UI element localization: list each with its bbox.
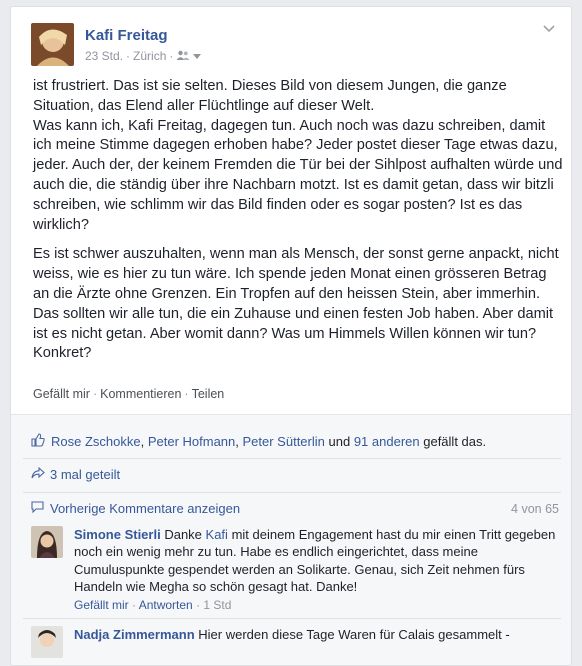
shares-link[interactable]: 3 mal geteilt [31, 466, 121, 482]
shares-label: 3 mal geteilt [50, 467, 121, 482]
liker-name[interactable]: Peter Sütterlin [243, 434, 325, 449]
comment-time[interactable]: 1 Std [203, 598, 231, 612]
post-card: Kafi Freitag 23 Std. · Zürich · ist frus… [10, 6, 572, 666]
comment-link[interactable]: Kommentieren [100, 387, 181, 401]
commenter-name[interactable]: Simone Stierli [74, 527, 161, 542]
meta-separator: · [126, 49, 131, 63]
comment-reply-link[interactable]: Antworten [139, 598, 193, 612]
caret-down-icon[interactable] [193, 49, 202, 63]
liker-name[interactable]: Peter Hofmann [148, 434, 235, 449]
commenter-name[interactable]: Nadja Zimmermann [74, 627, 195, 642]
comment-text-part: Hier werden diese Tage Waren für Calais … [198, 627, 510, 642]
comment-text: Nadja Zimmermann Hier werden diese Tage … [74, 626, 564, 643]
thumbs-up-icon [31, 433, 45, 450]
comment-bubble-icon [31, 501, 44, 516]
comment-mention[interactable]: Kafi [206, 527, 228, 542]
commenter-avatar[interactable] [31, 626, 63, 658]
likes-joiner: und [328, 434, 351, 449]
separator-dot: · [92, 387, 98, 401]
likes-suffix: gefällt das. [423, 434, 487, 449]
previous-comments-link[interactable]: Vorherige Kommentare anzeigen [31, 501, 240, 516]
post-actions: Gefällt mir · Kommentieren · Teilen [33, 387, 224, 401]
post-meta: 23 Std. · Zürich · [85, 49, 202, 63]
feedback-section: Rose Zschokke, Peter Hofmann, Peter Sütt… [11, 414, 571, 665]
comment-like-link[interactable]: Gefällt mir [74, 598, 129, 612]
comment-count: 4 von 65 [511, 502, 559, 516]
liker-name[interactable]: Rose Zschokke [51, 434, 141, 449]
post-time[interactable]: 23 Std. [85, 49, 123, 63]
comment-text: Simone Stierli Danke Kafi mit deinem Eng… [74, 526, 564, 596]
comment-text-part: Danke [164, 527, 202, 542]
divider [23, 492, 561, 493]
divider [23, 458, 561, 459]
commenter-avatar[interactable] [31, 526, 63, 558]
author-name[interactable]: Kafi Freitag [85, 27, 168, 44]
share-arrow-icon [31, 466, 45, 482]
likes-others-link[interactable]: 91 anderen [354, 434, 420, 449]
separator-dot: · [184, 387, 189, 401]
likes-summary: Rose Zschokke, Peter Hofmann, Peter Sütt… [31, 433, 486, 450]
like-link[interactable]: Gefällt mir [33, 387, 90, 401]
share-link[interactable]: Teilen [192, 387, 225, 401]
post-options-chevron-icon[interactable] [541, 21, 557, 37]
post-paragraph: Es ist schwer auszuhalten, wenn man als … [33, 246, 559, 362]
meta-separator: · [169, 49, 174, 63]
previous-comments-label: Vorherige Kommentare anzeigen [50, 501, 241, 516]
author-avatar[interactable] [31, 23, 74, 66]
friends-audience-icon[interactable] [176, 49, 190, 63]
comment-actions: Gefällt mir · Antworten · 1 Std [74, 598, 232, 612]
divider [23, 618, 561, 619]
post-location[interactable]: Zürich [133, 49, 166, 63]
post-paragraph: ist frustriert. Das ist sie selten. Dies… [33, 78, 563, 233]
post-body: ist frustriert. Das ist sie selten. Dies… [33, 77, 563, 374]
